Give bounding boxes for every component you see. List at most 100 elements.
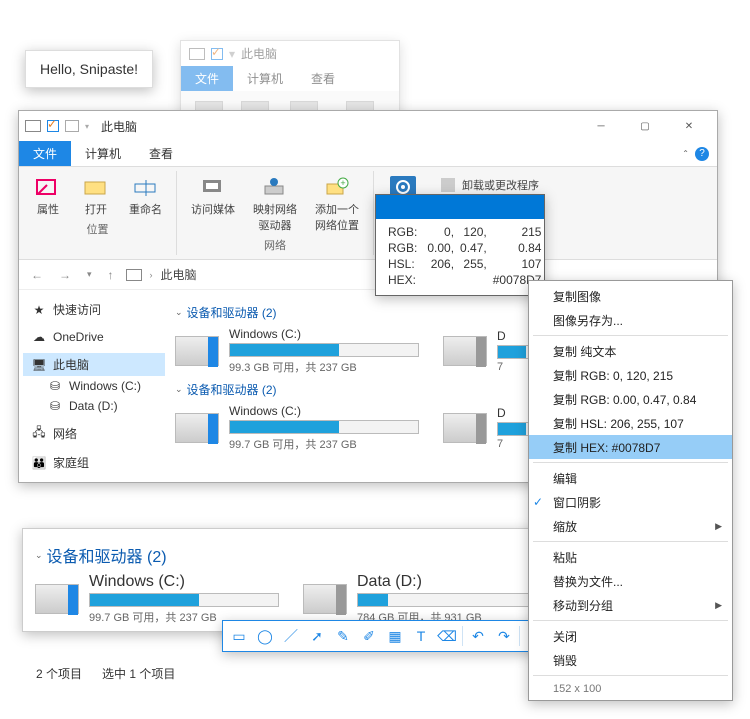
sidebar-item[interactable]: 🖧网络 [23,422,165,445]
maximize-button[interactable]: ▢ [623,112,667,140]
breadcrumb-segment[interactable]: 此电脑 [161,266,197,283]
pc-icon [189,48,205,60]
drive-item[interactable]: Windows (C:)99.7 GB 可用，共 237 GB [35,573,285,625]
ribbon-open-button[interactable]: 打开 [77,173,115,219]
menu-item[interactable]: 复制 纯文本 [529,339,732,363]
menu-item[interactable]: 复制 HEX: #0078D7 [529,435,732,459]
drive-item[interactable]: Data (D:)784 GB 可用，共 931 GB [303,573,553,625]
ribbon-group-label: 位置 [87,221,109,237]
pc-icon [25,120,41,132]
menu-item-label: 复制 RGB: 0.00, 0.47, 0.84 [553,391,696,408]
titlebar[interactable]: ▾ 此电脑 ─ ▢ ✕ [19,111,717,141]
ribbon-collapse-icon[interactable]: ⌃ [682,149,689,158]
tool-redo-button[interactable]: ↷ [491,624,517,648]
status-selected: 选中 1 个项目 [102,665,175,682]
menu-item[interactable]: 复制图像 [529,284,732,308]
sidebar-item[interactable]: ⛁Data (D:) [23,396,165,416]
ribbon-properties-button[interactable]: 属性 [29,173,67,219]
ribbon-add-netloc-button[interactable]: +添加一个 网络位置 [311,173,363,235]
menu-item-label: 图像另存为... [553,312,623,329]
close-button[interactable]: ✕ [667,112,711,140]
drive-icon [443,413,487,443]
submenu-arrow-icon: ▶ [715,521,722,532]
ribbon-tabs: 文件 计算机 查看 ⌃ ? [19,141,717,167]
qat-chevron-icon[interactable]: ▾ [85,122,89,131]
disk-icon: ⛁ [47,379,63,393]
tool-eraser-button[interactable]: ⌫ [434,624,460,648]
tool-ellipse-button[interactable]: ◯ [252,624,278,648]
sidebar-item-label: 家庭组 [53,454,89,471]
menu-item[interactable]: ✓窗口阴影 [529,490,732,514]
status-bar: 2 个项目 选中 1 个项目 [36,665,175,682]
drive-item[interactable]: Windows (C:) 99.3 GB 可用，共 237 GB [175,327,425,375]
tool-rect-button[interactable]: ▭ [226,624,252,648]
menu-item[interactable]: 替换为文件... [529,569,732,593]
sidebar-item[interactable]: ★快速访问 [23,298,165,321]
menu-item[interactable]: 复制 RGB: 0, 120, 215 [529,363,732,387]
chevron-down-icon: ⌄ [175,384,183,395]
drive-name: Windows (C:) [229,327,419,341]
menu-item[interactable]: 复制 HSL: 206, 255, 107 [529,411,732,435]
color-info-box[interactable]: RGB:0,120,215RGB:0.00,0.47,0.84HSL:206,2… [375,194,545,296]
nav-back-icon[interactable]: ← [27,268,47,282]
capacity-bar [89,593,279,607]
net-icon: 🖧 [31,427,47,441]
tool-mosaic-button[interactable]: ▦ [382,624,408,648]
menu-item[interactable]: 粘贴 [529,545,732,569]
tab-computer[interactable]: 计算机 [71,141,135,166]
tool-pencil-button[interactable]: ✎ [330,624,356,648]
section-title: 设备和驱动器 (2) [187,304,277,321]
section-title: 设备和驱动器 (2) [47,543,167,567]
drive-item[interactable]: Windows (C:)99.7 GB 可用，共 237 GB [175,404,425,452]
drive-name: Data (D:) [357,573,547,591]
capacity-bar [357,593,547,607]
menu-item[interactable]: 编辑 [529,466,732,490]
minimize-button[interactable]: ─ [579,112,623,140]
tool-marker-button[interactable]: ✐ [356,624,382,648]
capacity-bar [229,343,419,357]
qat-folder-icon[interactable] [65,120,79,132]
menu-item[interactable]: 移动到分组▶ [529,593,732,617]
menu-item-label: 移动到分组 [553,597,613,614]
ribbon-rename-button[interactable]: 重命名 [125,173,166,219]
snip-hello[interactable]: Hello, Snipaste! [25,50,153,88]
menu-item[interactable]: 缩放▶ [529,514,732,538]
ribbon: 属性 打开 重命名 位置 访问媒体 映射网络 驱动器 +添加一个 网络位置 网络… [19,167,717,260]
ribbon-map-drive-button[interactable]: 映射网络 驱动器 [249,173,301,235]
sidebar-item[interactable]: 👪家庭组 [23,451,165,474]
drive-sub: 99.3 GB 可用，共 237 GB [229,359,419,375]
help-icon[interactable]: ? [695,147,709,161]
tab-view[interactable]: 查看 [135,141,187,166]
ribbon-media-button[interactable]: 访问媒体 [187,173,239,235]
disk-icon: ⛁ [47,399,63,413]
nav-forward-icon[interactable]: → [55,268,75,282]
tool-arrow-button[interactable]: ➚ [304,624,330,648]
sidebar-item[interactable]: ☁OneDrive [23,327,165,347]
tool-line-button[interactable]: ／ [278,624,304,648]
status-count: 2 个项目 [36,665,82,682]
tab-file[interactable]: 文件 [19,141,71,166]
window-title: 此电脑 [101,118,137,135]
mini-tab-view: 查看 [297,66,349,91]
drive-name: Windows (C:) [89,573,279,591]
check-icon: ✓ [533,495,543,509]
menu-footer: 152 x 100 [529,679,732,697]
tool-text-button[interactable]: T [408,624,434,648]
sidebar-item[interactable]: 🖥此电脑 [23,353,165,376]
cloud-icon: ☁ [31,330,47,344]
tool-undo-button[interactable]: ↶ [465,624,491,648]
menu-item-label: 复制 纯文本 [553,343,616,360]
menu-item[interactable]: 图像另存为... [529,308,732,332]
menu-item[interactable]: 复制 RGB: 0.00, 0.47, 0.84 [529,387,732,411]
svg-text:+: + [340,178,345,188]
menu-item[interactable]: 关闭 [529,624,732,648]
sidebar-item[interactable]: ⛁Windows (C:) [23,376,165,396]
mini-tab-file: 文件 [181,66,233,91]
ribbon-group-network: 访问媒体 映射网络 驱动器 +添加一个 网络位置 网络 [177,171,374,255]
ribbon-group-label: 网络 [264,237,286,253]
menu-item[interactable]: 销毁 [529,648,732,672]
nav-history-icon[interactable]: ▾ [83,269,96,280]
nav-up-icon[interactable]: ↑ [104,268,118,282]
menu-item-label: 粘贴 [553,549,577,566]
ribbon-uninstall-button[interactable]: 卸载或更改程序 [440,177,539,193]
